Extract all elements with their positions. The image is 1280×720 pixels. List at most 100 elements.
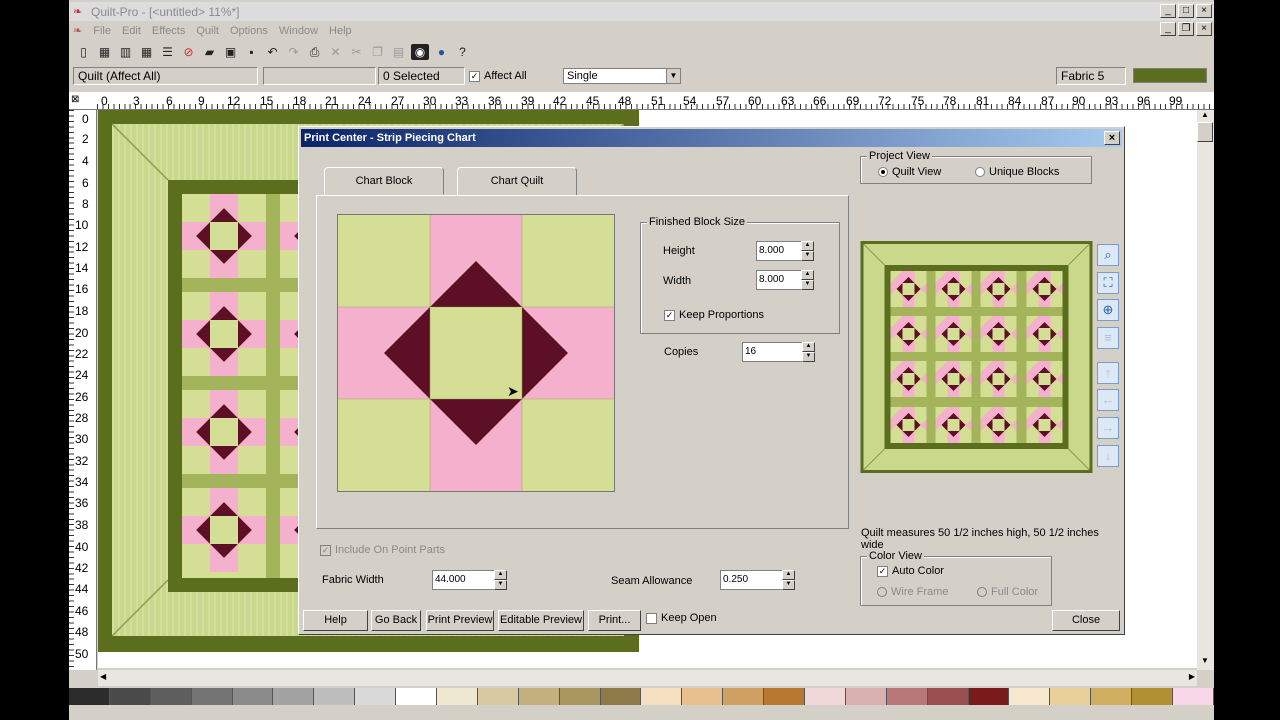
arrow-down-icon[interactable]: ↓	[1097, 445, 1119, 467]
palette-swatch[interactable]	[396, 688, 438, 705]
palette-swatch[interactable]	[641, 688, 683, 705]
no-icon[interactable]: ⊘	[178, 42, 199, 62]
spin-down-icon[interactable]: ▼	[802, 352, 815, 362]
palette-swatch[interactable]	[764, 688, 806, 705]
height-spinner[interactable]: 8.000 ▲ ▼	[756, 241, 814, 261]
spin-down-icon[interactable]: ▼	[494, 580, 507, 590]
copies-field[interactable]: 16	[742, 342, 802, 362]
auto-color-checkbox[interactable]: ✓ Auto Color	[877, 565, 944, 577]
print-preview-button[interactable]: Print Preview	[426, 610, 494, 631]
palette-swatch[interactable]	[559, 688, 601, 705]
lines-icon[interactable]: ☰	[157, 42, 178, 62]
menu-help[interactable]: Help	[329, 25, 352, 37]
height-spin-buttons[interactable]: ▲ ▼	[801, 241, 814, 261]
palette-swatch[interactable]	[518, 688, 560, 705]
save-icon[interactable]: ▪	[241, 42, 262, 62]
height-field[interactable]: 8.000	[756, 241, 801, 261]
spin-up-icon[interactable]: ▲	[802, 342, 815, 352]
open-icon[interactable]: ▰	[199, 42, 220, 62]
palette-swatch[interactable]	[191, 688, 233, 705]
tab-chart-quilt[interactable]: Chart Quilt	[457, 167, 577, 195]
fabric-swatch[interactable]	[1133, 68, 1207, 83]
palette-swatch[interactable]	[968, 688, 1010, 705]
dialog-close-icon[interactable]: ×	[1104, 131, 1120, 145]
palette-swatch[interactable]	[232, 688, 274, 705]
keep-open-checkbox[interactable]: Keep Open	[646, 612, 717, 624]
undo-icon[interactable]: ↶	[262, 42, 283, 62]
camera-icon[interactable]: ◉	[411, 44, 429, 60]
palette-swatch[interactable]	[477, 688, 519, 705]
scroll-right-icon[interactable]: ▶	[1189, 672, 1195, 681]
menu-file[interactable]: File	[93, 25, 111, 37]
vertical-scroll-thumb[interactable]	[1197, 122, 1213, 142]
zoom-out-icon[interactable]: ⊕	[1097, 299, 1119, 321]
palette-swatch[interactable]	[805, 688, 846, 705]
palette-swatch[interactable]	[273, 688, 315, 705]
fabric-width-spinner[interactable]: 44.000 ▲ ▼	[432, 570, 507, 590]
wire-frame-radio[interactable]: Wire Frame	[877, 586, 948, 598]
horizontal-scrollbar[interactable]: ◀ ▶	[98, 670, 1197, 686]
palette-swatch[interactable]	[1173, 688, 1214, 705]
grid2-icon[interactable]: ▥	[115, 42, 136, 62]
scroll-left-icon[interactable]: ◀	[100, 672, 106, 681]
spin-up-icon[interactable]: ▲	[782, 570, 795, 580]
menu-effects[interactable]: Effects	[152, 25, 185, 37]
menu-options[interactable]: Options	[230, 25, 268, 37]
seam-allowance-field[interactable]: 0.250	[720, 570, 782, 590]
unique-blocks-radio[interactable]: Unique Blocks	[975, 166, 1059, 178]
editable-preview-button[interactable]: Editable Preview	[498, 610, 584, 631]
paste-icon[interactable]: ▤	[388, 42, 409, 62]
vertical-scrollbar[interactable]: ▲ ▼	[1197, 110, 1214, 670]
menu-edit[interactable]: Edit	[122, 25, 141, 37]
spin-down-icon[interactable]: ▼	[801, 251, 814, 261]
scissors-icon[interactable]: ✂	[346, 42, 367, 62]
palette-swatch[interactable]	[1091, 688, 1133, 705]
width-field[interactable]: 8.000	[756, 270, 801, 290]
lock-icon[interactable]: ▣	[220, 42, 241, 62]
maximize-button[interactable]: □	[1178, 4, 1194, 18]
cut-icon[interactable]: ✕	[325, 42, 346, 62]
palette-swatch[interactable]	[355, 688, 397, 705]
palette-swatch[interactable]	[723, 688, 765, 705]
affect-all-checkbox[interactable]: ✓ Affect All	[469, 70, 527, 82]
mdi-close-button[interactable]: ×	[1196, 22, 1212, 36]
palette-swatch[interactable]	[600, 688, 642, 705]
help-icon[interactable]: ?	[452, 42, 473, 62]
palette-swatch[interactable]	[69, 688, 110, 705]
select-mode-dropdown[interactable]: Single ▼	[563, 68, 681, 84]
close-button[interactable]: Close	[1052, 610, 1120, 631]
include-on-point-checkbox[interactable]: ✓ Include On Point Parts	[320, 544, 445, 556]
spin-up-icon[interactable]: ▲	[494, 570, 507, 580]
mdi-minimize-button[interactable]: _	[1160, 22, 1176, 36]
keep-proportions-checkbox[interactable]: ✓ Keep Proportions	[664, 309, 764, 321]
minimize-button[interactable]: _	[1160, 4, 1176, 18]
arrow-right-icon[interactable]: →	[1097, 417, 1119, 439]
spin-up-icon[interactable]: ▲	[801, 270, 814, 280]
tab-chart-block[interactable]: Chart Block	[324, 167, 444, 195]
mdi-restore-button[interactable]: ❐	[1178, 22, 1194, 36]
new-icon[interactable]: ▯	[73, 42, 94, 62]
copies-spin-buttons[interactable]: ▲ ▼	[802, 342, 815, 362]
arrow-left-icon[interactable]: ←	[1097, 389, 1119, 411]
palette-swatch[interactable]	[109, 688, 151, 705]
redo-icon[interactable]: ↷	[283, 42, 304, 62]
seam-spin-buttons[interactable]: ▲ ▼	[782, 570, 795, 590]
scroll-up-icon[interactable]: ▲	[1197, 110, 1213, 122]
help-button[interactable]: Help	[303, 610, 368, 631]
doc-icon[interactable]: ❧	[73, 24, 82, 37]
full-color-radio[interactable]: Full Color	[977, 586, 1038, 598]
close-window-button[interactable]: ×	[1196, 4, 1212, 18]
fabric-width-field[interactable]: 44.000	[432, 570, 494, 590]
grid-icon[interactable]: ▦	[94, 42, 115, 62]
globe-icon[interactable]: ●	[431, 42, 452, 62]
refresh-icon[interactable]: ≡	[1097, 327, 1119, 349]
palette-swatch[interactable]	[150, 688, 192, 705]
palette-swatch[interactable]	[314, 688, 356, 705]
palette-swatch[interactable]	[437, 688, 478, 705]
width-spin-buttons[interactable]: ▲ ▼	[801, 270, 814, 290]
arrow-up-icon[interactable]: ↑	[1097, 362, 1119, 384]
palette-swatch[interactable]	[1009, 688, 1051, 705]
palette-swatch[interactable]	[1132, 688, 1174, 705]
fabric-width-spin-buttons[interactable]: ▲ ▼	[494, 570, 507, 590]
seam-allowance-spinner[interactable]: 0.250 ▲ ▼	[720, 570, 795, 590]
